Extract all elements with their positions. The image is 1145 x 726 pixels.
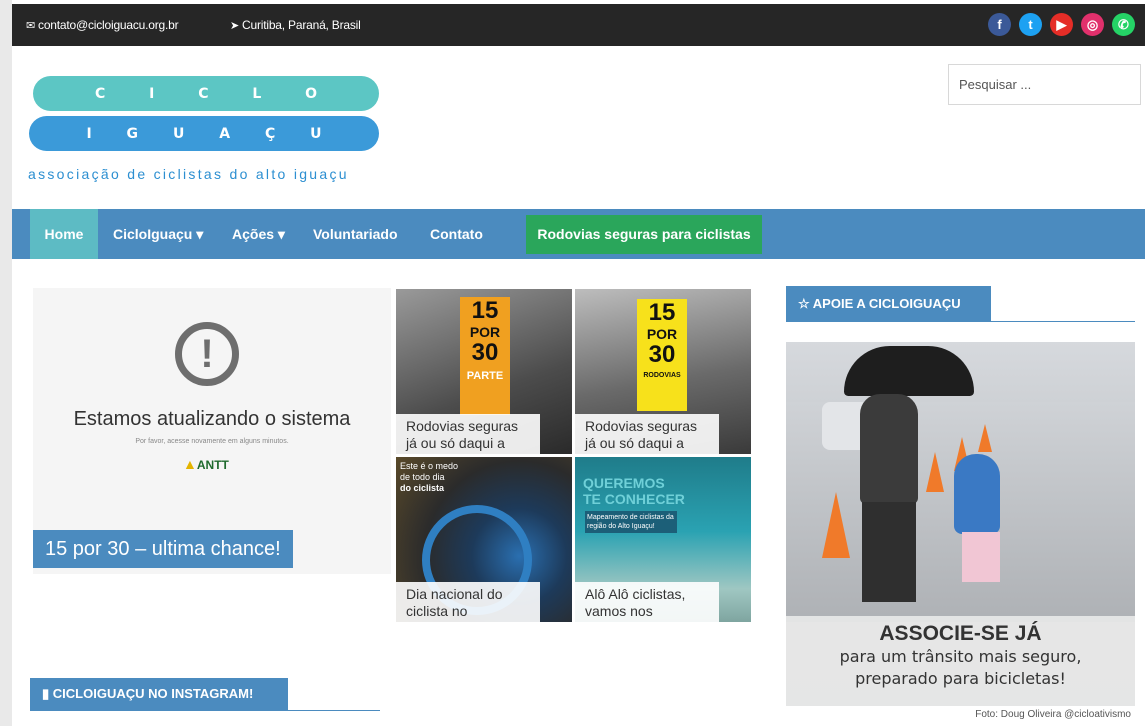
- heading-divider: [786, 321, 1135, 322]
- post-title: Rodovias seguras já ou só daqui a: [575, 414, 719, 454]
- logo-letter: I: [86, 125, 92, 142]
- facebook-icon[interactable]: f: [988, 13, 1011, 36]
- associe-banner[interactable]: ASSOCIE-SE JÁ para um trânsito mais segu…: [786, 342, 1135, 706]
- dropdown-caret-icon: ▾: [277, 226, 285, 242]
- child-figure-graphic: [954, 454, 1000, 534]
- logo-tagline: associação de ciclistas do alto iguaçu: [28, 166, 349, 182]
- logo-letter: L: [252, 85, 262, 102]
- tile-overlay-text: QUEREMOS TE CONHECER: [583, 475, 685, 507]
- contact-email-text: contato@cicloiguacu.org.br: [38, 18, 179, 32]
- adult-figure-graphic: [860, 394, 918, 504]
- logo-letter: G: [126, 125, 139, 142]
- nav-cicloiguacu[interactable]: CicloIguaçu ▾: [113, 209, 203, 259]
- social-links: f t ▶ ◎ ✆: [988, 13, 1135, 36]
- heading-divider: [30, 710, 380, 711]
- post-tile[interactable]: 15 POR 30 RODOVIAS Rodovias seguras já o…: [575, 289, 751, 454]
- associe-line2: preparado para bicicletas!: [855, 669, 1066, 688]
- traffic-cone-graphic: [822, 492, 850, 558]
- logo-letter: U: [310, 125, 322, 142]
- envelope-icon: ✉: [26, 20, 36, 32]
- dropdown-caret-icon: ▾: [196, 226, 204, 242]
- top-bar: ✉ contato@cicloiguacu.org.br ➤ Curitiba, P…: [12, 4, 1145, 46]
- badge-por: POR: [469, 324, 501, 340]
- maintenance-submessage: Por favor, acesse novamente em alguns mi…: [135, 438, 289, 445]
- antt-logo: ▲ANTT: [183, 456, 229, 472]
- logo-letter: Ç: [264, 125, 276, 142]
- associe-text-panel: ASSOCIE-SE JÁ para um trânsito mais segu…: [786, 616, 1135, 706]
- badge-number: 30: [648, 341, 676, 368]
- logo-iguacu-band: IGUAÇU: [29, 116, 379, 151]
- logo-letter: C: [198, 85, 209, 102]
- instagram-heading-text: CICLOIGUAÇU NO INSTAGRAM!: [52, 686, 254, 701]
- nav-acoes-label: Ações: [232, 226, 275, 242]
- post-tile[interactable]: Este é o medo de todo dia do ciclista Di…: [396, 457, 572, 622]
- site-logo[interactable]: C I C L O I G U A Ç U associação de ciclistas do …: [26, 70, 386, 190]
- main-nav: Home CicloIguaçu ▾ Ações ▾ Voluntariado …: [12, 209, 1145, 259]
- instagram-heading: ▮ CICLOIGUAÇU NO INSTAGRAM!: [30, 678, 288, 710]
- overlay-line: do ciclista: [400, 483, 445, 493]
- badge-number: 30: [471, 339, 499, 366]
- tile-overlay-text: Este é o medo de todo dia do ciclista: [400, 461, 458, 494]
- post-tile[interactable]: 15 POR 30 PARTE Rodovias seguras já ou s…: [396, 289, 572, 454]
- traffic-cone-graphic: [978, 424, 992, 452]
- nav-contato[interactable]: Contato: [430, 209, 483, 259]
- nav-rodovias-seguras-button[interactable]: Rodovias seguras para ciclistas: [526, 215, 762, 254]
- instagram-icon[interactable]: ◎: [1081, 13, 1104, 36]
- antt-logo-mark: ▲: [183, 456, 197, 472]
- location-info: ➤ Curitiba, Paraná, Brasil: [230, 18, 361, 32]
- slide-caption[interactable]: 15 por 30 – ultima chance!: [33, 530, 293, 568]
- apoie-heading-text: APOIE A CICLOIGUAÇU: [812, 296, 961, 311]
- overlay-line: QUEREMOS: [583, 475, 665, 491]
- nav-home[interactable]: Home: [30, 209, 98, 259]
- twitter-icon[interactable]: t: [1019, 13, 1042, 36]
- contact-email-link[interactable]: ✉ contato@cicloiguacu.org.br: [26, 18, 179, 32]
- antt-logo-text: ANTT: [196, 458, 229, 472]
- maintenance-slide[interactable]: ! Estamos atualizando o sistema Por favo…: [33, 288, 391, 574]
- overlay-line: Mapeamento de ciclistas da região do Alt…: [585, 511, 677, 533]
- whatsapp-icon[interactable]: ✆: [1112, 13, 1135, 36]
- search-input[interactable]: Pesquisar ...: [948, 64, 1141, 105]
- page-edge: [0, 0, 12, 726]
- exclamation-icon: !: [175, 322, 239, 386]
- photo-credit: Foto: Doug Oliveira @cicloativismo: [975, 709, 1131, 720]
- apoie-heading: ☆ APOIE A CICLOIGUAÇU: [786, 286, 991, 322]
- location-text: Curitiba, Paraná, Brasil: [242, 18, 361, 32]
- post-title: Rodovias seguras já ou só daqui a: [396, 414, 540, 454]
- youtube-icon[interactable]: ▶: [1050, 13, 1073, 36]
- post-title: Dia nacional do ciclista no: [396, 582, 540, 622]
- nav-acoes[interactable]: Ações ▾: [232, 209, 285, 259]
- logo-letter: U: [172, 125, 185, 142]
- traffic-cone-graphic: [926, 452, 944, 492]
- badge-sub: RODOVIAS: [643, 372, 681, 379]
- nav-voluntariado[interactable]: Voluntariado: [313, 209, 398, 259]
- post-title: Alô Alô ciclistas, vamos nos: [575, 582, 719, 622]
- logo-letter: C: [94, 85, 106, 102]
- umbrella-graphic: [844, 346, 974, 396]
- badge-sub: PARTE: [466, 370, 504, 382]
- badge-por: POR: [646, 326, 678, 342]
- bicycle-graphic: [962, 532, 1000, 582]
- logo-letter: A: [219, 125, 231, 142]
- post-tile[interactable]: QUEREMOS TE CONHECER Mapeamento de cicli…: [575, 457, 751, 622]
- 15-por-30-badge: 15 POR 30 PARTE: [460, 297, 510, 415]
- 15-por-30-badge: 15 POR 30 RODOVIAS: [637, 299, 687, 411]
- overlay-line: de todo dia: [400, 472, 445, 482]
- star-icon: ☆: [798, 296, 810, 311]
- logo-ciclo-band: CICLO: [33, 76, 379, 111]
- adult-legs-graphic: [862, 502, 916, 602]
- associe-headline: ASSOCIE-SE JÁ: [879, 622, 1042, 645]
- associe-line1: para um trânsito mais seguro,: [839, 647, 1082, 666]
- bookmark-icon: ▮: [42, 686, 50, 701]
- logo-letter: O: [305, 85, 318, 102]
- overlay-line: TE CONHECER: [583, 491, 685, 507]
- logo-letter: I: [149, 85, 155, 102]
- badge-number: 15: [648, 299, 676, 326]
- location-arrow-icon: ➤: [230, 20, 240, 32]
- nav-cicloiguacu-label: CicloIguaçu: [113, 226, 193, 242]
- badge-number: 15: [471, 297, 499, 324]
- overlay-line: Este é o medo: [400, 461, 459, 471]
- maintenance-message: Estamos atualizando o sistema: [73, 408, 351, 430]
